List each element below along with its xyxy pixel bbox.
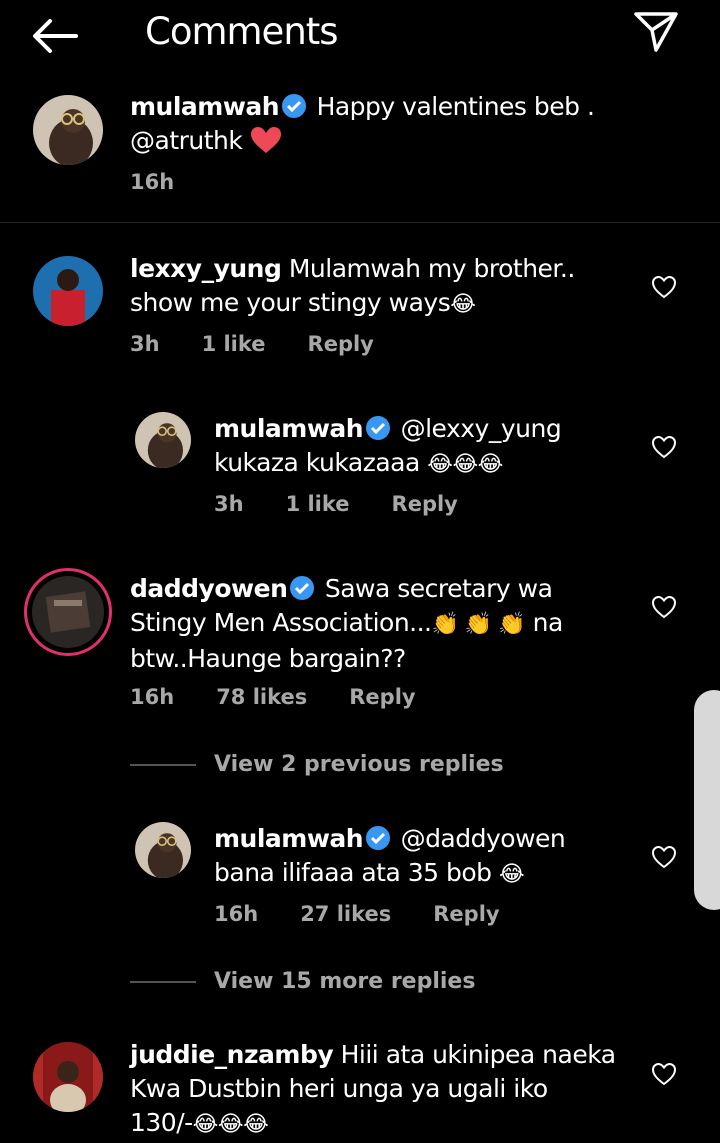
clapping-emoji: 👏 👏 👏: [431, 612, 526, 637]
like-count[interactable]: 1 like: [202, 332, 266, 356]
username[interactable]: daddyowen: [130, 574, 288, 603]
verified-badge-icon: [282, 94, 307, 118]
username[interactable]: juddie_nzamby: [130, 1040, 334, 1069]
comment-body: na: [532, 608, 564, 637]
verified-badge-icon: [366, 416, 391, 440]
comment-body: btw..Haunge bargain??: [130, 644, 406, 673]
avatar[interactable]: [33, 95, 103, 165]
avatar[interactable]: [135, 412, 191, 468]
comment-text: daddyowen Sawa secretary wa Stingy Men A…: [130, 572, 563, 676]
scrollbar[interactable]: [694, 690, 720, 910]
laughing-emoji: 😂😂😂: [192, 1112, 269, 1137]
comment-body: 130/-: [130, 1108, 193, 1137]
like-heart-icon[interactable]: [651, 435, 677, 459]
comment-body: kukaza kukazaaa: [214, 448, 420, 477]
comment-body: bana ilifaaa ata 35 bob: [214, 858, 492, 887]
avatar[interactable]: [33, 256, 103, 326]
view-replies-line: [130, 981, 196, 983]
comment-meta: 3h 1 like Reply: [214, 492, 500, 516]
username[interactable]: lexxy_yung: [130, 254, 282, 283]
mention-link[interactable]: @lexxy_yung: [401, 414, 562, 443]
like-heart-icon[interactable]: [651, 845, 677, 869]
like-count[interactable]: 78 likes: [216, 685, 307, 709]
username[interactable]: mulamwah: [214, 414, 364, 443]
divider: [0, 222, 720, 223]
comment-body: Sawa secretary wa: [324, 574, 553, 603]
reply-button[interactable]: Reply: [308, 332, 374, 356]
view-previous-replies-button[interactable]: View 2 previous replies: [214, 752, 504, 777]
laughing-emoji: 😂😂😂: [427, 452, 503, 477]
timestamp: 3h: [214, 492, 244, 516]
comment-text: lexxy_yung Mulamwah my brother.. show me…: [130, 252, 575, 322]
laughing-emoji: 😂: [450, 292, 476, 317]
reply-button[interactable]: Reply: [433, 902, 499, 926]
timestamp: 16h: [130, 685, 175, 709]
avatar[interactable]: [135, 822, 191, 878]
like-heart-icon[interactable]: [651, 1062, 677, 1086]
comment-body: Stingy Men Association...: [130, 608, 432, 637]
back-arrow-icon[interactable]: [30, 16, 80, 56]
like-count[interactable]: 1 like: [286, 492, 350, 516]
mention-link[interactable]: @daddyowen: [401, 824, 566, 853]
page-title: Comments: [145, 10, 339, 53]
reply-text: mulamwah @lexxy_yung kukaza kukazaaa 😂😂😂: [214, 412, 562, 482]
like-heart-icon[interactable]: [651, 275, 677, 299]
timestamp: 3h: [130, 332, 160, 356]
red-heart-emoji: [250, 127, 281, 153]
comment-meta: 16h 78 likes Reply: [130, 685, 458, 709]
reply-button[interactable]: Reply: [349, 685, 415, 709]
like-heart-icon[interactable]: [651, 595, 677, 619]
timestamp: 16h: [214, 902, 259, 926]
comment-meta: 3h 1 like Reply: [130, 332, 416, 356]
avatar[interactable]: [33, 1042, 103, 1112]
laughing-emoji: 😂: [498, 862, 525, 887]
comment-body: Hiii ata ukinipea naeka: [340, 1040, 616, 1069]
view-more-replies-button[interactable]: View 15 more replies: [214, 969, 475, 994]
comment-text: juddie_nzamby Hiii ata ukinipea naeka Kw…: [130, 1038, 616, 1142]
mention-link[interactable]: @atruthk: [130, 126, 243, 155]
comment-body: Mulamwah my brother..: [288, 254, 575, 283]
verified-badge-icon: [366, 826, 391, 850]
comment-body: show me your stingy ways: [130, 288, 451, 317]
username[interactable]: mulamwah: [214, 824, 364, 853]
comment-body: Happy valentines beb .: [316, 92, 595, 121]
like-count[interactable]: 27 likes: [300, 902, 391, 926]
view-replies-line: [130, 764, 196, 766]
username[interactable]: mulamwah: [130, 92, 280, 121]
reply-button[interactable]: Reply: [392, 492, 458, 516]
comment-body: Kwa Dustbin heri unga ya ugali iko: [130, 1074, 548, 1103]
verified-badge-icon: [290, 576, 315, 600]
caption-text: mulamwah Happy valentines beb . @atruthk: [130, 90, 595, 158]
send-icon[interactable]: [632, 10, 680, 54]
comment-meta: 16h: [130, 170, 216, 194]
story-ring-avatar[interactable]: [24, 568, 112, 656]
timestamp: 16h: [130, 170, 175, 194]
comment-meta: 16h 27 likes Reply: [214, 902, 542, 926]
reply-text: mulamwah @daddyowen bana ilifaaa ata 35 …: [214, 822, 566, 892]
